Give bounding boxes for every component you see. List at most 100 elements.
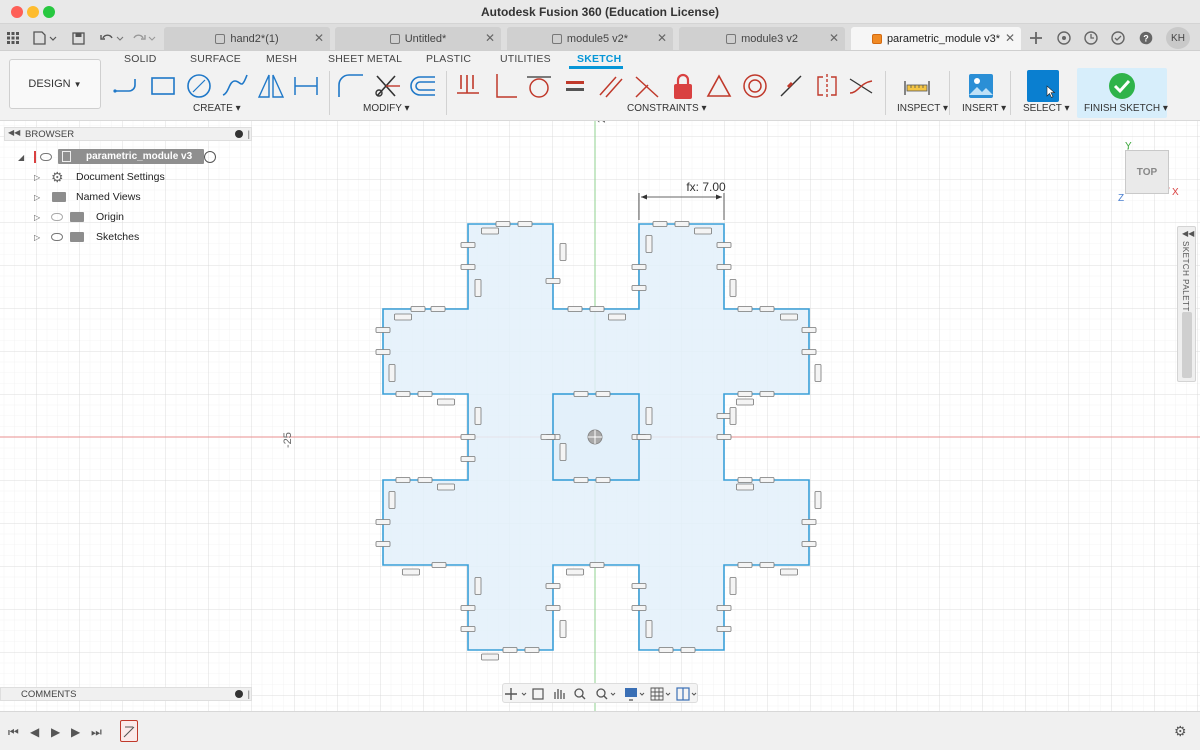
vertical-constraint-glyph[interactable] <box>545 583 561 589</box>
horizontal-constraint-glyph[interactable] <box>737 306 753 312</box>
equal-constraint-glyph[interactable] <box>559 243 567 261</box>
horizontal-constraint-glyph[interactable] <box>431 562 447 568</box>
horizontal-constraint-glyph[interactable] <box>589 306 605 312</box>
equal-constraint-glyph[interactable] <box>474 577 482 595</box>
horizontal-constraint-glyph[interactable] <box>759 562 775 568</box>
redo-icon[interactable] <box>130 28 158 48</box>
close-tab-icon[interactable]: ✕ <box>1005 31 1015 45</box>
go-to-end-icon[interactable]: ⏭ <box>91 725 102 740</box>
equal-constraint-glyph[interactable] <box>694 227 712 235</box>
fit-zoom-icon[interactable] <box>596 688 616 700</box>
document-tab-parametric-module[interactable]: parametric_module v3* ✕ <box>851 27 1021 50</box>
horizontal-constraint-glyph[interactable] <box>410 306 426 312</box>
zoom-icon[interactable] <box>574 688 586 700</box>
equal-constraint-glyph[interactable] <box>481 653 499 661</box>
coincident-constraint-icon[interactable] <box>453 71 483 101</box>
line-tool-icon[interactable] <box>112 71 142 101</box>
vertical-constraint-glyph[interactable] <box>716 264 732 270</box>
collapsed-triangle-icon[interactable]: ▷ <box>34 193 40 202</box>
vertical-constraint-glyph[interactable] <box>636 434 652 440</box>
vertical-constraint-glyph[interactable] <box>716 413 732 419</box>
vertical-constraint-glyph[interactable] <box>375 541 391 547</box>
workspace-switcher-button[interactable]: DESIGN ▼ <box>9 59 101 109</box>
look-at-icon[interactable] <box>532 688 544 700</box>
mirror-tool-icon[interactable] <box>256 71 286 101</box>
add-comment-icon[interactable] <box>235 690 243 698</box>
vertical-constraint-glyph[interactable] <box>716 605 732 611</box>
parallel-constraint-icon[interactable] <box>596 71 626 101</box>
equal-constraint-glyph[interactable] <box>729 407 737 425</box>
display-settings-icon[interactable] <box>625 688 645 701</box>
vertical-constraint-glyph[interactable] <box>631 264 647 270</box>
save-icon[interactable] <box>70 28 86 48</box>
apps-grid-icon[interactable] <box>6 28 20 48</box>
vertical-constraint-glyph[interactable] <box>801 327 817 333</box>
horizontal-constraint-glyph[interactable] <box>658 647 674 653</box>
curvature-constraint-icon[interactable] <box>846 71 876 101</box>
horizontal-constraint-glyph[interactable] <box>495 221 511 227</box>
equal-constraint-icon[interactable] <box>560 71 590 101</box>
vertical-constraint-glyph[interactable] <box>460 264 476 270</box>
circle-tool-icon[interactable] <box>184 71 214 101</box>
vertical-constraint-glyph[interactable] <box>375 327 391 333</box>
vertical-constraint-glyph[interactable] <box>460 605 476 611</box>
comments-panel[interactable]: COMMENTS | <box>0 687 252 701</box>
horizontal-constraint-glyph[interactable] <box>573 391 589 397</box>
pan-hand-icon[interactable] <box>554 689 565 699</box>
horizontal-constraint-glyph[interactable] <box>595 391 611 397</box>
notifications-icon[interactable] <box>1110 28 1126 48</box>
horizontal-constraint-glyph[interactable] <box>737 477 753 483</box>
equal-constraint-glyph[interactable] <box>559 443 567 461</box>
job-status-icon[interactable] <box>1083 28 1099 48</box>
equal-constraint-glyph[interactable] <box>608 313 626 321</box>
horizontal-constraint-glyph[interactable] <box>430 306 446 312</box>
browser-item-named-views[interactable]: ▷ Named Views <box>4 188 252 206</box>
play-icon[interactable]: ▶ <box>51 725 60 739</box>
collapse-palette-icon[interactable]: ◀◀ <box>1182 229 1194 238</box>
vertical-constraint-glyph[interactable] <box>545 605 561 611</box>
horizontal-constraint-glyph[interactable] <box>502 647 518 653</box>
tab-utilities[interactable]: UTILITIES <box>500 53 551 65</box>
finish-sketch-check-icon[interactable] <box>1107 71 1137 101</box>
browser-root-item[interactable]: ◢ parametric_module v3 <box>4 148 252 166</box>
rectangle-tool-icon[interactable] <box>148 71 178 101</box>
insert-menu[interactable]: INSERT ▾ <box>962 103 1006 114</box>
fillet-tool-icon[interactable] <box>336 71 366 101</box>
vertical-constraint-glyph[interactable] <box>631 285 647 291</box>
horizontal-constraint-glyph[interactable] <box>759 391 775 397</box>
horizontal-constraint-glyph[interactable] <box>759 477 775 483</box>
user-avatar[interactable]: KH <box>1166 27 1190 49</box>
visibility-eye-icon[interactable] <box>40 153 52 161</box>
vertical-constraint-glyph[interactable] <box>801 519 817 525</box>
equal-constraint-glyph[interactable] <box>736 483 754 491</box>
equal-constraint-glyph[interactable] <box>437 398 455 406</box>
equal-constraint-glyph[interactable] <box>566 568 584 576</box>
document-tab-module5[interactable]: module5 v2* ✕ <box>507 27 673 50</box>
activate-radio-icon[interactable] <box>204 151 216 163</box>
close-tab-icon[interactable]: ✕ <box>485 31 495 45</box>
equal-constraint-glyph[interactable] <box>437 483 455 491</box>
horizontal-constraint-glyph[interactable] <box>595 477 611 483</box>
vertical-constraint-glyph[interactable] <box>460 626 476 632</box>
equal-constraint-glyph[interactable] <box>736 398 754 406</box>
timeline-sketch-feature[interactable] <box>120 720 138 742</box>
equal-constraint-glyph[interactable] <box>394 313 412 321</box>
equal-constraint-glyph[interactable] <box>780 313 798 321</box>
file-menu-icon[interactable] <box>32 28 58 48</box>
tab-surface[interactable]: SURFACE <box>190 53 241 65</box>
lock-fix-icon[interactable] <box>668 71 698 101</box>
horizontal-constraint-glyph[interactable] <box>417 477 433 483</box>
vertical-constraint-glyph[interactable] <box>540 434 556 440</box>
midpoint-constraint-icon[interactable] <box>776 71 806 101</box>
browser-item-sketches[interactable]: ▷ Sketches <box>4 228 252 246</box>
pin-panel-icon[interactable]: | <box>248 129 250 139</box>
horizontal-constraint-glyph[interactable] <box>680 647 696 653</box>
equal-constraint-glyph[interactable] <box>780 568 798 576</box>
vertical-constraint-glyph[interactable] <box>460 456 476 462</box>
go-to-start-icon[interactable]: ⏮ <box>8 725 19 740</box>
offset-tool-icon[interactable] <box>408 71 438 101</box>
equal-constraint-glyph[interactable] <box>729 279 737 297</box>
document-tab-untitled[interactable]: Untitled* ✕ <box>335 27 501 50</box>
vertical-constraint-glyph[interactable] <box>716 434 732 440</box>
undo-icon[interactable] <box>98 28 126 48</box>
